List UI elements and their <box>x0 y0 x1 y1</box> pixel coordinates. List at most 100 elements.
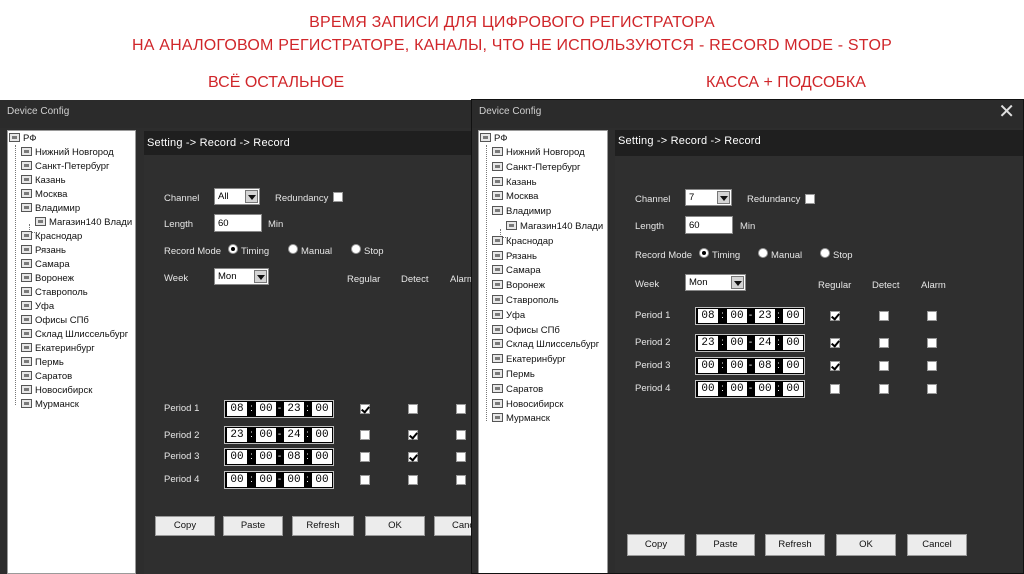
period-3-alarm-checkbox[interactable] <box>927 361 937 371</box>
period-4-alarm-checkbox[interactable] <box>927 384 937 394</box>
week-select[interactable]: Mon <box>685 274 746 291</box>
period-1-regular-checkbox[interactable] <box>360 404 370 414</box>
paste-button[interactable]: Paste <box>696 534 755 556</box>
tree-item[interactable]: Пермь <box>492 368 535 381</box>
channel-select[interactable]: 7 <box>685 189 732 206</box>
tree-item[interactable]: Самара <box>21 258 70 271</box>
cancel-button[interactable]: Cancel <box>907 534 967 556</box>
tree-node-icon <box>492 324 503 334</box>
tree-item[interactable]: РФ <box>9 132 36 145</box>
period-3-regular-checkbox[interactable] <box>830 361 840 371</box>
mode-manual-radio[interactable] <box>288 244 298 254</box>
period-2-detect-checkbox[interactable] <box>408 430 418 440</box>
tree-item[interactable]: Краснодар <box>492 235 553 248</box>
tree-item[interactable]: Рязань <box>21 244 66 257</box>
period-3-time[interactable]: 00: 00- 08: 00 <box>224 448 334 466</box>
period-1-time[interactable]: 08: 00- 23: 00 <box>695 307 805 325</box>
period-1-alarm-checkbox[interactable] <box>927 311 937 321</box>
length-input[interactable]: 60 <box>685 216 733 234</box>
tree-item[interactable]: Москва <box>492 190 538 203</box>
tree-item[interactable]: Нижний Новгород <box>492 146 585 159</box>
tree-item[interactable]: Москва <box>21 188 67 201</box>
tree-item[interactable]: Ставрополь <box>21 286 88 299</box>
tree-item[interactable]: Краснодар <box>21 230 82 243</box>
period-4-detect-checkbox[interactable] <box>879 384 889 394</box>
period-2-time[interactable]: 23: 00- 24: 00 <box>695 334 805 352</box>
paste-button[interactable]: Paste <box>223 516 283 536</box>
tree-item[interactable]: Екатеринбург <box>21 342 95 355</box>
period-1-regular-checkbox[interactable] <box>830 311 840 321</box>
tree-item[interactable]: Склад Шлиссельбург <box>21 328 128 341</box>
period-4-regular-checkbox[interactable] <box>830 384 840 394</box>
mode-stop-radio[interactable] <box>351 244 361 254</box>
tree-node-icon <box>21 147 32 156</box>
ok-button[interactable]: OK <box>365 516 425 536</box>
tree-item[interactable]: Воронеж <box>21 272 74 285</box>
tree-item[interactable]: Санкт-Петербург <box>492 161 581 174</box>
period-1-detect-checkbox[interactable] <box>408 404 418 414</box>
tree-item[interactable]: Казань <box>492 176 537 189</box>
length-input[interactable]: 60 <box>214 214 262 232</box>
week-select[interactable]: Mon <box>214 268 269 285</box>
refresh-button[interactable]: Refresh <box>765 534 825 556</box>
channel-select[interactable]: All <box>214 188 260 205</box>
tree-item[interactable]: Уфа <box>21 300 54 313</box>
period-1-alarm-checkbox[interactable] <box>456 404 466 414</box>
tree-item[interactable]: Мурманск <box>21 398 79 411</box>
ok-button[interactable]: OK <box>836 534 896 556</box>
tree-item[interactable]: Склад Шлиссельбург <box>492 338 599 351</box>
tree-item[interactable]: Офисы СПб <box>492 324 560 337</box>
tree-item[interactable]: Офисы СПб <box>21 314 89 327</box>
tree-item[interactable]: Мурманск <box>492 412 550 425</box>
period-2-regular-checkbox[interactable] <box>360 430 370 440</box>
period-2-regular-checkbox[interactable] <box>830 338 840 348</box>
period-2-time[interactable]: 23: 00- 24: 00 <box>224 426 334 444</box>
tree-item[interactable]: Екатеринбург <box>492 353 566 366</box>
period-3-detect-checkbox[interactable] <box>408 452 418 462</box>
period-1-detect-checkbox[interactable] <box>879 311 889 321</box>
mode-timing-radio[interactable] <box>228 244 238 254</box>
period-2-alarm-checkbox[interactable] <box>456 430 466 440</box>
mode-timing-radio[interactable] <box>699 248 709 258</box>
tree-node-icon <box>21 287 32 296</box>
mode-manual-radio[interactable] <box>758 248 768 258</box>
tree-item[interactable]: Воронеж <box>492 279 545 292</box>
tree-item[interactable]: Владимир <box>21 202 80 215</box>
period-3-regular-checkbox[interactable] <box>360 452 370 462</box>
close-icon[interactable]: ✕ <box>998 101 1015 121</box>
redundancy-checkbox[interactable] <box>805 194 815 204</box>
tree-item[interactable]: Санкт-Петербург <box>21 160 110 173</box>
tree-item[interactable]: Магазин140 Влади <box>506 220 603 233</box>
tree-item[interactable]: Новосибирск <box>492 398 563 411</box>
tree-item[interactable]: Ставрополь <box>492 294 559 307</box>
period-4-time[interactable]: 00: 00- 00: 00 <box>224 471 334 489</box>
period-4-regular-checkbox[interactable] <box>360 475 370 485</box>
period-3-detect-checkbox[interactable] <box>879 361 889 371</box>
cancel-button[interactable]: Canc <box>434 516 472 536</box>
tree-item[interactable]: Пермь <box>21 356 64 369</box>
period-4-time[interactable]: 00: 00- 00: 00 <box>695 380 805 398</box>
tree-item[interactable]: Саратов <box>21 370 72 383</box>
tree-item[interactable]: Саратов <box>492 383 543 396</box>
period-4-alarm-checkbox[interactable] <box>456 475 466 485</box>
copy-button[interactable]: Copy <box>627 534 685 556</box>
period-3-alarm-checkbox[interactable] <box>456 452 466 462</box>
refresh-button[interactable]: Refresh <box>292 516 354 536</box>
period-1-time[interactable]: 08: 00- 23: 00 <box>224 400 334 418</box>
tree-item[interactable]: Нижний Новгород <box>21 146 114 159</box>
tree-item[interactable]: Казань <box>21 174 66 187</box>
period-2-detect-checkbox[interactable] <box>879 338 889 348</box>
tree-item[interactable]: Магазин140 Влади <box>35 216 132 229</box>
tree-item[interactable]: Уфа <box>492 309 525 322</box>
tree-item[interactable]: РФ <box>480 132 507 145</box>
tree-item[interactable]: Рязань <box>492 250 537 263</box>
mode-stop-radio[interactable] <box>820 248 830 258</box>
tree-item[interactable]: Новосибирск <box>21 384 92 397</box>
redundancy-checkbox[interactable] <box>333 192 343 202</box>
tree-item[interactable]: Самара <box>492 264 541 277</box>
period-3-time[interactable]: 00: 00- 08: 00 <box>695 357 805 375</box>
period-4-detect-checkbox[interactable] <box>408 475 418 485</box>
copy-button[interactable]: Copy <box>155 516 215 536</box>
tree-item[interactable]: Владимир <box>492 205 551 218</box>
period-2-alarm-checkbox[interactable] <box>927 338 937 348</box>
